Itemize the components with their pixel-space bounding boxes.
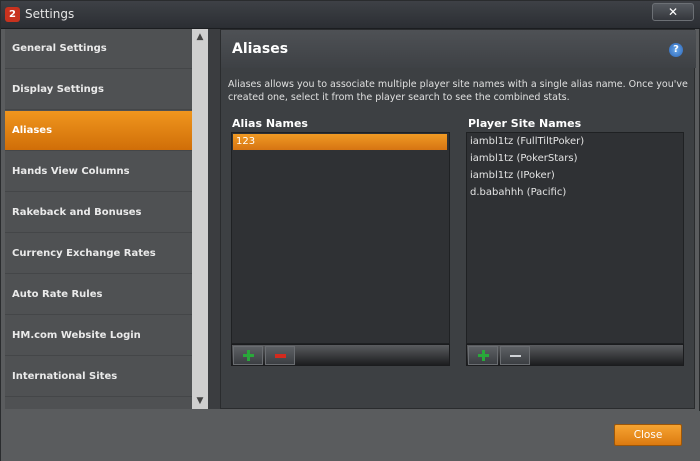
sidebar-item-currency-exchange-rates[interactable]: Currency Exchange Rates — [5, 234, 192, 274]
scroll-up-icon[interactable]: ▲ — [192, 29, 208, 45]
remove-alias-button[interactable] — [265, 346, 295, 365]
dialog-footer — [1, 411, 700, 461]
settings-sidebar: General Settings Display Settings Aliase… — [5, 29, 192, 409]
player-site-names-label: Player Site Names — [468, 117, 582, 130]
sidebar-scrollbar[interactable]: ▲ ▼ — [192, 29, 208, 409]
minus-icon — [275, 354, 286, 358]
site-toolbar — [466, 344, 684, 366]
sidebar-item-international-sites[interactable]: International Sites — [5, 357, 192, 397]
player-site-names-list[interactable]: iambl1tz (FullTiltPoker) iambl1tz (Poker… — [466, 132, 684, 344]
aliases-description: Aliases allows you to associate multiple… — [228, 79, 688, 103]
sidebar-item-rakeback-and-bonuses[interactable]: Rakeback and Bonuses — [5, 193, 192, 233]
alias-names-list[interactable]: 123 — [231, 132, 450, 344]
remove-site-button[interactable] — [500, 346, 530, 365]
plus-icon — [243, 350, 254, 361]
alias-list-item[interactable]: 123 — [233, 134, 447, 150]
add-site-button[interactable] — [468, 346, 498, 365]
close-button[interactable]: Close — [614, 424, 682, 446]
sidebar-item-aliases[interactable]: Aliases — [5, 111, 192, 151]
window-title: Settings — [25, 7, 75, 21]
app-logo-icon: 2 — [5, 7, 20, 22]
sidebar-item-general-settings[interactable]: General Settings — [5, 29, 192, 69]
panel-title: Aliases — [232, 41, 289, 57]
settings-window: 2 Settings ✕ General Settings Display Se… — [0, 0, 700, 461]
panel-divider — [208, 29, 220, 409]
add-alias-button[interactable] — [233, 346, 263, 365]
sidebar-item-auto-rate-rules[interactable]: Auto Rate Rules — [5, 275, 192, 315]
alias-toolbar — [231, 344, 450, 366]
alias-names-label: Alias Names — [232, 117, 308, 130]
site-list-item[interactable]: iambl1tz (FullTiltPoker) — [470, 134, 584, 150]
sidebar-item-display-settings[interactable]: Display Settings — [5, 70, 192, 110]
minus-icon — [510, 355, 521, 357]
title-bar: 2 Settings ✕ — [1, 1, 700, 29]
panel-header: Aliases ? — [221, 30, 696, 68]
sidebar-item-hands-view-columns[interactable]: Hands View Columns — [5, 152, 192, 192]
window-close-button[interactable]: ✕ — [652, 3, 694, 21]
site-list-item[interactable]: iambl1tz (PokerStars) — [470, 151, 578, 167]
aliases-panel: Aliases ? Aliases allows you to associat… — [220, 29, 696, 409]
plus-icon — [478, 350, 489, 361]
help-icon[interactable]: ? — [669, 43, 683, 57]
site-list-item[interactable]: iambl1tz (IPoker) — [470, 168, 555, 184]
site-list-item[interactable]: d.babahhh (Pacific) — [470, 185, 566, 201]
scroll-down-icon[interactable]: ▼ — [192, 393, 208, 409]
sidebar-item-hm-website-login[interactable]: HM.com Website Login — [5, 316, 192, 356]
